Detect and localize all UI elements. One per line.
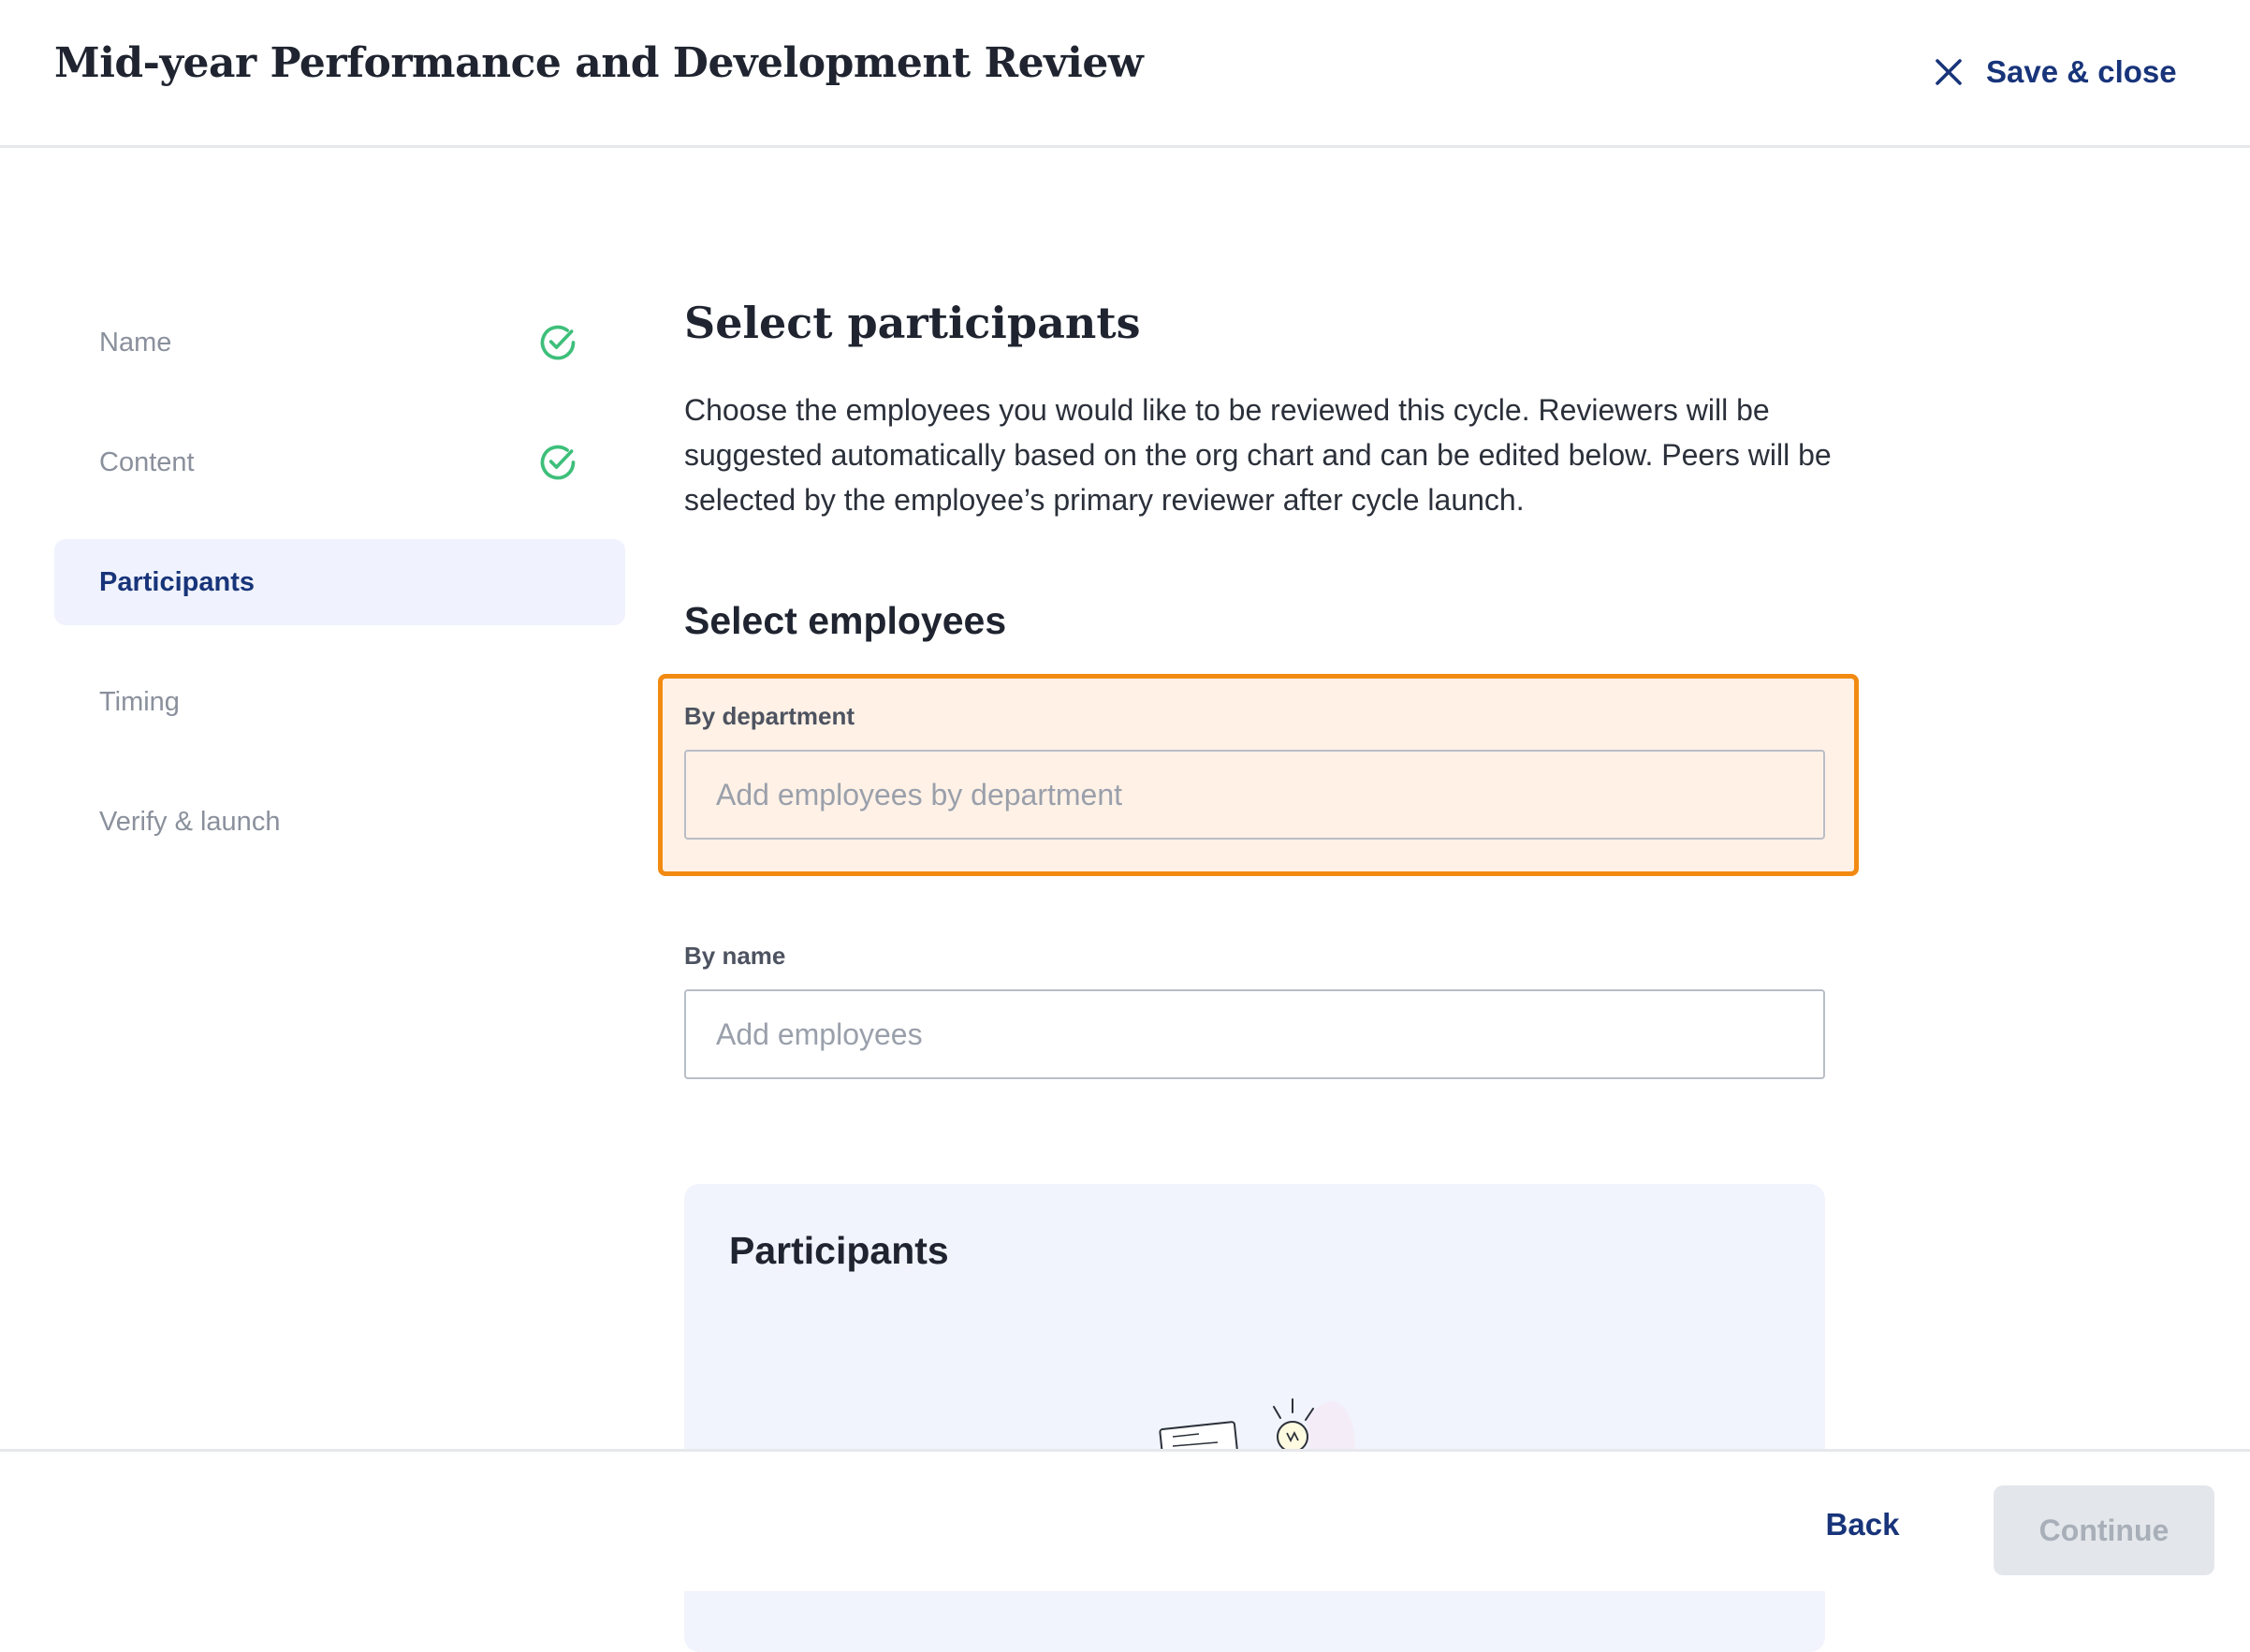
by-department-input[interactable] [684,750,1825,840]
step-name[interactable]: Name [54,300,625,386]
check-circle-icon [540,445,576,480]
page-title: Mid-year Performance and Development Rev… [54,39,1144,87]
step-participants[interactable]: Participants [54,539,625,625]
continue-button[interactable]: Continue [1994,1485,2214,1575]
by-department-label: By department [684,702,855,730]
footer-bar: Back Continue [0,1449,2250,1591]
header: Mid-year Performance and Development Rev… [0,0,2250,148]
select-employees-heading: Select employees [684,599,1007,642]
step-verify-launch[interactable]: Verify & launch [54,779,625,865]
step-label: Participants [99,566,255,597]
step-label: Name [99,327,172,358]
save-close-label: Save & close [1986,54,2177,89]
save-close-button[interactable]: Save & close [1932,49,2177,95]
section-description: Choose the employees you would like to b… [684,393,1832,517]
back-button[interactable]: Back [1806,1491,1919,1558]
step-label: Content [99,446,195,477]
check-circle-icon [540,325,576,360]
participants-title: Participants [729,1229,949,1272]
by-name-label: By name [684,942,786,970]
step-timing[interactable]: Timing [54,659,625,745]
step-label: Timing [99,686,180,717]
close-icon [1936,59,1962,85]
section-title: Select participants [684,298,1141,348]
step-label: Verify & launch [99,806,281,837]
by-name-input[interactable] [684,989,1825,1079]
step-content[interactable]: Content [54,419,625,505]
